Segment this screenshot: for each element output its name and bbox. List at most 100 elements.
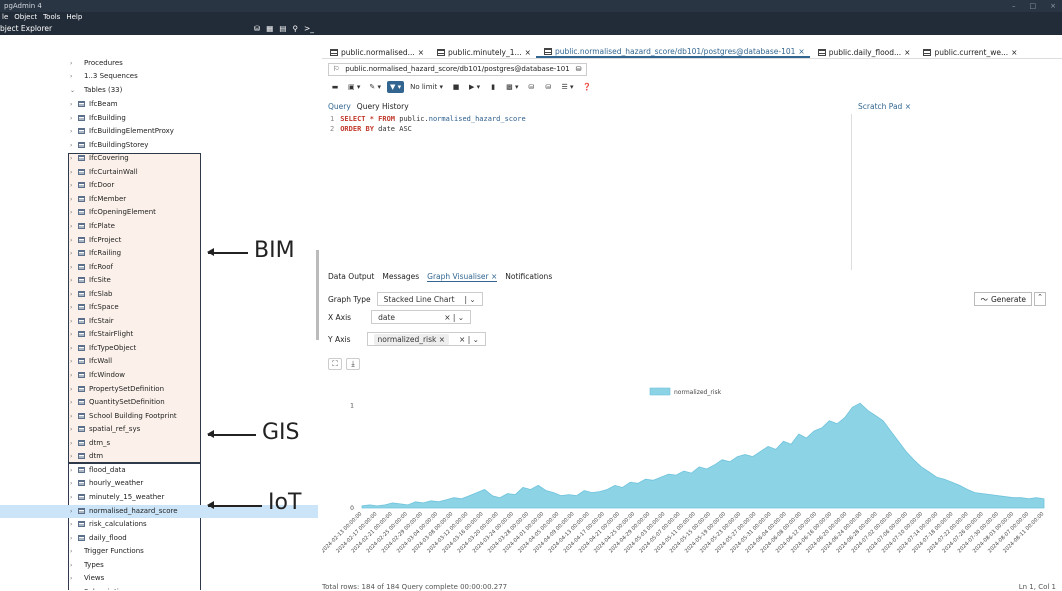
chevron-icon[interactable]: › [70, 437, 78, 450]
tree-item[interactable]: ›IfcBuildingElementProxy [0, 125, 174, 138]
chevron-icon[interactable]: › [70, 70, 78, 83]
sql-editor[interactable]: 1SELECT * FROM public.normalised_hazard_… [322, 114, 852, 270]
generate-button[interactable]: 〜Generate [974, 292, 1032, 306]
chevron-icon[interactable]: › [70, 559, 78, 572]
chevron-icon[interactable]: › [70, 57, 78, 70]
tree-item[interactable]: ›spatial_ref_sys [0, 423, 140, 436]
chevron-icon[interactable]: › [70, 505, 78, 518]
database-icon[interactable]: ⛁ [254, 22, 260, 35]
tree-item[interactable]: ›IfcCurtainWall [0, 166, 138, 179]
tree-item[interactable]: ›IfcSite [0, 274, 111, 287]
tree-item[interactable]: ›dtm_s [0, 437, 110, 450]
tree-item[interactable]: ›flood_data [0, 464, 126, 477]
chevron-icon[interactable]: › [70, 220, 78, 233]
tree-item[interactable]: ›IfcBuilding [0, 112, 126, 125]
chevron-icon[interactable]: › [70, 274, 78, 287]
clear-icon[interactable]: × | ⌄ [459, 335, 479, 344]
chevron-icon[interactable]: › [70, 383, 78, 396]
chevron-icon[interactable]: ⌄ [70, 84, 78, 97]
table-icon[interactable]: ▦ [266, 22, 273, 35]
tree-item[interactable]: ›IfcBuildingStorey [0, 139, 148, 152]
menu-help[interactable]: Help [66, 13, 82, 21]
tree-item[interactable]: ›IfcCovering [0, 152, 129, 165]
chevron-icon[interactable]: › [70, 423, 78, 436]
chevron-icon[interactable]: › [70, 491, 78, 504]
view-icon[interactable]: ▤ [279, 22, 286, 35]
menu-tools[interactable]: Tools [43, 13, 60, 21]
chevron-icon[interactable]: › [70, 586, 78, 590]
chevron-icon[interactable]: › [70, 328, 78, 341]
chevron-icon[interactable]: › [70, 369, 78, 382]
tree-item[interactable]: ›daily_flood [0, 532, 127, 545]
rollback-icon[interactable]: ⛁ [541, 81, 555, 93]
chevron-icon[interactable]: › [70, 206, 78, 219]
minimize-icon[interactable]: – [1012, 0, 1016, 12]
close-icon[interactable]: × [525, 48, 531, 57]
chevron-icon[interactable]: › [70, 572, 78, 585]
chevron-icon[interactable]: › [70, 464, 78, 477]
chevron-icon[interactable]: › [70, 532, 78, 545]
tree-item[interactable]: ›IfcSlab [0, 288, 113, 301]
tree-item[interactable]: ›IfcSpace [0, 301, 119, 314]
filter-button[interactable]: ▼ ▾ [387, 81, 404, 93]
tab-notifications[interactable]: Notifications [505, 272, 552, 282]
chevron-icon[interactable]: › [70, 247, 78, 260]
tree-item[interactable]: ›IfcStair [0, 315, 114, 328]
macros-icon[interactable]: ☰ ▾ [558, 81, 576, 93]
terminal-icon[interactable]: >_ [304, 22, 314, 35]
chevron-icon[interactable]: › [70, 396, 78, 409]
tab-graph-visualiser[interactable]: Graph Visualiser × [427, 272, 497, 282]
limit-select[interactable]: No limit ▾ [407, 81, 446, 93]
search-icon[interactable]: ⚲ [292, 22, 298, 35]
tree-item[interactable]: ›hourly_weather [0, 477, 143, 490]
tab-data-output[interactable]: Data Output [328, 272, 374, 282]
chevron-icon[interactable]: › [70, 166, 78, 179]
editor-tab[interactable]: public.daily_flood...× [810, 44, 916, 58]
tree-item[interactable]: ›IfcBeam [0, 98, 118, 111]
connection-bar[interactable]: ⚐public.normalised_hazard_score/db101/po… [328, 63, 587, 76]
close-icon[interactable]: × [418, 48, 424, 57]
maximize-icon[interactable]: □ [1030, 0, 1037, 12]
open-file-icon[interactable]: ▬ [328, 81, 342, 93]
chevron-icon[interactable]: › [70, 234, 78, 247]
download-icon[interactable]: ⤓ [346, 358, 360, 370]
explain-icon[interactable]: ▮ [486, 81, 500, 93]
tree-item[interactable]: ›School Building Footprint [0, 410, 177, 423]
clear-icon[interactable]: × | ⌄ [444, 313, 464, 322]
chevron-icon[interactable]: › [70, 288, 78, 301]
expand-icon[interactable]: ⛶ [328, 358, 342, 370]
tree-item[interactable]: ›IfcWall [0, 355, 112, 368]
tree-item[interactable]: ›IfcMember [0, 193, 126, 206]
chevron-icon[interactable]: › [70, 261, 78, 274]
editor-tab[interactable]: public.minutely_1...× [429, 44, 536, 58]
close-icon[interactable]: × [798, 47, 804, 56]
chevron-icon[interactable]: › [70, 410, 78, 423]
tree-item[interactable]: › Procedures [0, 57, 123, 70]
tree-item[interactable]: ›IfcStairFlight [0, 328, 133, 341]
menu-file[interactable]: le [2, 13, 8, 21]
chevron-icon[interactable]: › [70, 315, 78, 328]
tree-item[interactable]: ›IfcOpeningElement [0, 206, 156, 219]
tree-item[interactable]: ›IfcRoof [0, 261, 113, 274]
tree-item[interactable]: ›minutely_15_weather [0, 491, 164, 504]
tree-item[interactable]: ›IfcWindow [0, 369, 125, 382]
tree-item[interactable]: › 1..3 Sequences [0, 70, 138, 83]
editor-tab[interactable]: public.normalised_hazard_score/db101/pos… [536, 44, 810, 58]
chevron-icon[interactable]: › [70, 152, 78, 165]
tab-query[interactable]: Query [328, 102, 351, 111]
tree-item[interactable]: ›dtm [0, 450, 103, 463]
tab-query-history[interactable]: Query History [357, 102, 409, 111]
tree-item[interactable]: ⌄ Tables (33) [0, 84, 122, 97]
menu-object[interactable]: Object [14, 13, 37, 21]
x-axis-select[interactable]: date× | ⌄ [371, 310, 471, 324]
chevron-icon[interactable]: › [70, 518, 78, 531]
tree-item[interactable]: ›IfcDoor [0, 179, 114, 192]
tree-item[interactable]: ›IfcRailing [0, 247, 121, 260]
execute-icon[interactable]: ▶ ▾ [466, 81, 483, 93]
tree-scrollbar[interactable] [316, 250, 319, 340]
chevron-icon[interactable]: › [70, 98, 78, 111]
chevron-icon[interactable]: › [70, 342, 78, 355]
stop-icon[interactable]: ■ [449, 81, 463, 93]
tab-messages[interactable]: Messages [382, 272, 419, 282]
chevron-icon[interactable]: › [70, 179, 78, 192]
